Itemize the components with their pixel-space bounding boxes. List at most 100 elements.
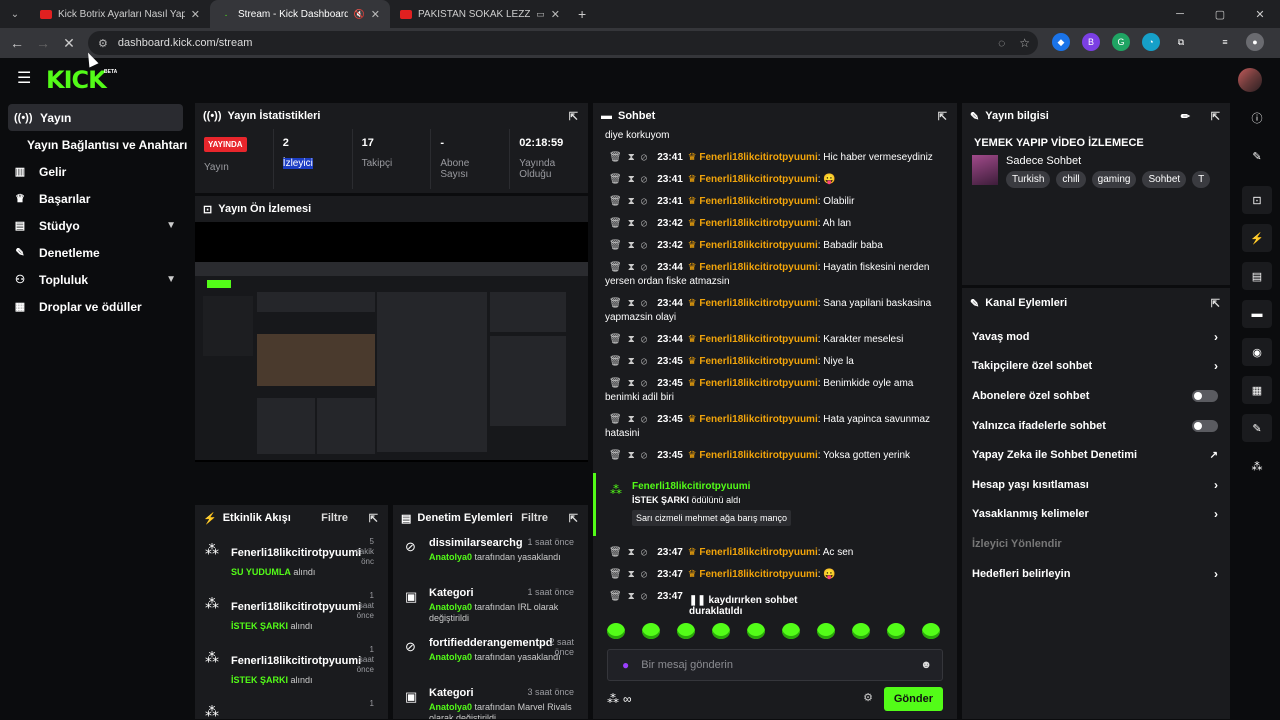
chevron-down-icon[interactable]: ▼ xyxy=(166,220,176,231)
sidebar-item-basarilar[interactable]: ♛ Başarılar xyxy=(0,185,190,212)
mod-tools-icon[interactable]: 🗑⧗⊘ xyxy=(609,414,653,425)
popout-icon[interactable]: ⇱ xyxy=(938,110,947,123)
chat-username[interactable]: Fenerli18likcitirotpyuumi xyxy=(699,378,817,389)
category-thumbnail[interactable] xyxy=(972,155,998,185)
emote-icon[interactable] xyxy=(852,623,870,639)
edit-pencil-icon[interactable]: ✎ xyxy=(1242,142,1272,170)
filter-button[interactable]: Filtre xyxy=(321,512,348,524)
extensions-puzzle-icon[interactable]: ⧉ xyxy=(1172,33,1190,51)
chat-username[interactable]: Fenerli18likcitirotpyuumi xyxy=(699,196,817,207)
eye-off-icon[interactable]: ◌ xyxy=(998,36,1005,50)
chat-username[interactable]: Fenerli18likcitirotpyuumi xyxy=(699,547,817,558)
emote-icon[interactable] xyxy=(712,623,730,639)
sidebar-item-studyo[interactable]: ▤ Stüdyo ▼ xyxy=(0,212,190,239)
mod-tools-icon[interactable]: 🗑⧗⊘ xyxy=(609,378,653,389)
emote-icon[interactable] xyxy=(887,623,905,639)
channel-action-row[interactable]: Yasaklanmış kelimeler › xyxy=(962,500,1230,530)
tab-close-icon[interactable]: ✕ xyxy=(371,8,380,21)
tag-pill[interactable]: Sohbet xyxy=(1142,171,1187,188)
extension-3-icon[interactable]: G xyxy=(1112,33,1130,51)
chat-input[interactable]: ● Bir mesaj gönderin ☻ xyxy=(607,649,943,681)
popout-icon[interactable]: ⇱ xyxy=(569,110,578,123)
sidebar-item-droplar[interactable]: ▦ Droplar ve ödüller xyxy=(0,293,190,320)
emote-icon[interactable] xyxy=(677,623,695,639)
info-icon[interactable]: ⓘ xyxy=(1242,104,1272,132)
broadcast-icon[interactable]: ◉ xyxy=(1242,338,1272,366)
mod-tools-icon[interactable]: 🗑⧗⊘ xyxy=(609,450,653,461)
sidebar-item-topluluk[interactable]: ⚇ Topluluk ▼ xyxy=(0,266,190,293)
tag-pill[interactable]: T xyxy=(1192,171,1211,188)
mod-tools-icon[interactable]: 🗑⧗⊘ xyxy=(609,356,653,367)
popout-icon[interactable]: ⇱ xyxy=(1211,110,1220,123)
user-avatar[interactable] xyxy=(1238,68,1262,92)
layout-icon[interactable]: ▦ xyxy=(1242,376,1272,404)
tab-close-icon[interactable]: ✕ xyxy=(551,8,560,21)
popout-icon[interactable]: ⇱ xyxy=(1211,297,1220,310)
emote-icon[interactable] xyxy=(817,623,835,639)
chat-settings-gear-icon[interactable]: ⚙ xyxy=(863,691,873,704)
chat-username[interactable]: Fenerli18likcitirotpyuumi xyxy=(699,450,817,461)
mod-tools-icon[interactable]: 🗑⧗⊘ xyxy=(609,174,653,185)
document-icon[interactable]: ▤ xyxy=(1242,262,1272,290)
sidebar-item-stream-key[interactable]: Yayın Bağlantısı ve Anahtarı xyxy=(0,131,190,158)
toggle-switch[interactable] xyxy=(1192,419,1218,432)
stop-loading-icon[interactable]: ✕ xyxy=(56,35,82,52)
minimize-icon[interactable]: ─ xyxy=(1160,8,1200,20)
extension-4-icon[interactable]: ◔ xyxy=(1142,33,1160,51)
tag-pill[interactable]: gaming xyxy=(1091,171,1137,188)
close-window-icon[interactable]: ✕ xyxy=(1240,8,1280,21)
tab-botrix[interactable]: Kick Botrix Ayarları Nasıl Yapılır ✕ xyxy=(30,0,210,28)
stream-preview-video[interactable] xyxy=(195,222,588,462)
profile-icon[interactable]: ● xyxy=(1246,33,1264,51)
chat-icon[interactable]: ▬ xyxy=(1242,300,1272,328)
tab-pakistan[interactable]: PAKİSTAN SOKAK LEZZETLE ▭ ✕ xyxy=(390,0,570,28)
mod-tools-icon[interactable]: 🗑⧗⊘ xyxy=(609,240,653,251)
toggle-switch[interactable] xyxy=(1192,389,1218,402)
media-control-icon[interactable]: ≡ xyxy=(1216,33,1234,51)
tab-muted-icon[interactable]: 🔇 xyxy=(354,9,365,20)
mod-tools-icon[interactable]: 🗑⧗⊘ xyxy=(609,262,653,273)
channel-action-row[interactable]: Yalnızca ifadelerle sohbet xyxy=(962,411,1230,441)
chat-username[interactable]: Fenerli18likcitirotpyuumi xyxy=(699,218,817,229)
sidebar-item-yayin[interactable]: ((•)) Yayın xyxy=(8,104,183,131)
tag-pill[interactable]: Turkish xyxy=(1006,171,1051,188)
tag-pill[interactable]: chill xyxy=(1056,171,1086,188)
reward-user[interactable]: Fenerli18likcitirotpyuumi xyxy=(632,481,945,492)
mod-actor[interactable]: Anatolya0 xyxy=(429,552,472,562)
channel-action-row[interactable]: Hedefleri belirleyin › xyxy=(962,559,1230,589)
forward-icon[interactable]: → xyxy=(30,35,56,51)
mod-tools-icon[interactable]: 🗑⧗⊘ xyxy=(609,547,653,558)
channel-action-row[interactable]: Abonelere özel sohbet xyxy=(962,381,1230,411)
new-tab-button[interactable]: + xyxy=(578,6,586,22)
channel-action-row[interactable]: Hesap yaşı kısıtlaması › xyxy=(962,470,1230,500)
tab-kick-dashboard[interactable]: · Stream - Kick Dashboard 🔇 ✕ xyxy=(210,0,390,28)
emote-icon[interactable] xyxy=(747,623,765,639)
emote-icon[interactable] xyxy=(922,623,940,639)
chat-username[interactable]: Fenerli18likcitirotpyuumi xyxy=(699,240,817,251)
chat-username[interactable]: Fenerli18likcitirotpyuumi xyxy=(699,262,817,273)
edit-pencil-icon[interactable]: ✏ xyxy=(1181,110,1190,123)
chat-username[interactable]: Fenerli18likcitirotpyuumi xyxy=(699,298,817,309)
extension-2-icon[interactable]: B xyxy=(1082,33,1100,51)
lightning-icon[interactable]: ⚡ xyxy=(1242,224,1272,252)
mod-tools-icon[interactable]: 🗑⧗⊘ xyxy=(609,569,653,580)
chat-username[interactable]: Fenerli18likcitirotpyuumi xyxy=(699,174,817,185)
emote-icon[interactable] xyxy=(607,623,625,639)
mod-tools-icon[interactable]: 🗑⧗⊘ xyxy=(609,298,653,309)
popout-icon[interactable]: ⇱ xyxy=(569,512,578,525)
bookmark-star-icon[interactable]: ☆ xyxy=(1019,36,1030,50)
send-button[interactable]: Gönder xyxy=(883,687,943,711)
mod-actor[interactable]: Anatolya0 xyxy=(429,602,472,612)
mod-tools-icon[interactable]: 🗑⧗⊘ xyxy=(609,218,653,229)
channel-action-row[interactable]: Yapay Zeka ile Sohbet Denetimi ↗ xyxy=(962,440,1230,470)
menu-hamburger-icon[interactable]: ☰ xyxy=(17,71,31,87)
chat-username[interactable]: Fenerli18likcitirotpyuumi xyxy=(699,569,817,580)
tab-media-icon[interactable]: ▭ xyxy=(536,9,545,20)
tab-close-icon[interactable]: ✕ xyxy=(191,8,200,21)
chat-username[interactable]: Fenerli18likcitirotpyuumi xyxy=(699,152,817,163)
channel-action-row[interactable]: Takipçilere özel sohbet › xyxy=(962,352,1230,382)
sidebar-item-gelir[interactable]: ▥ Gelir xyxy=(0,158,190,185)
site-settings-icon[interactable]: ⚙ xyxy=(98,37,108,50)
chat-username[interactable]: Fenerli18likcitirotpyuumi xyxy=(699,334,817,345)
preview-icon[interactable]: ⊡ xyxy=(1242,186,1272,214)
